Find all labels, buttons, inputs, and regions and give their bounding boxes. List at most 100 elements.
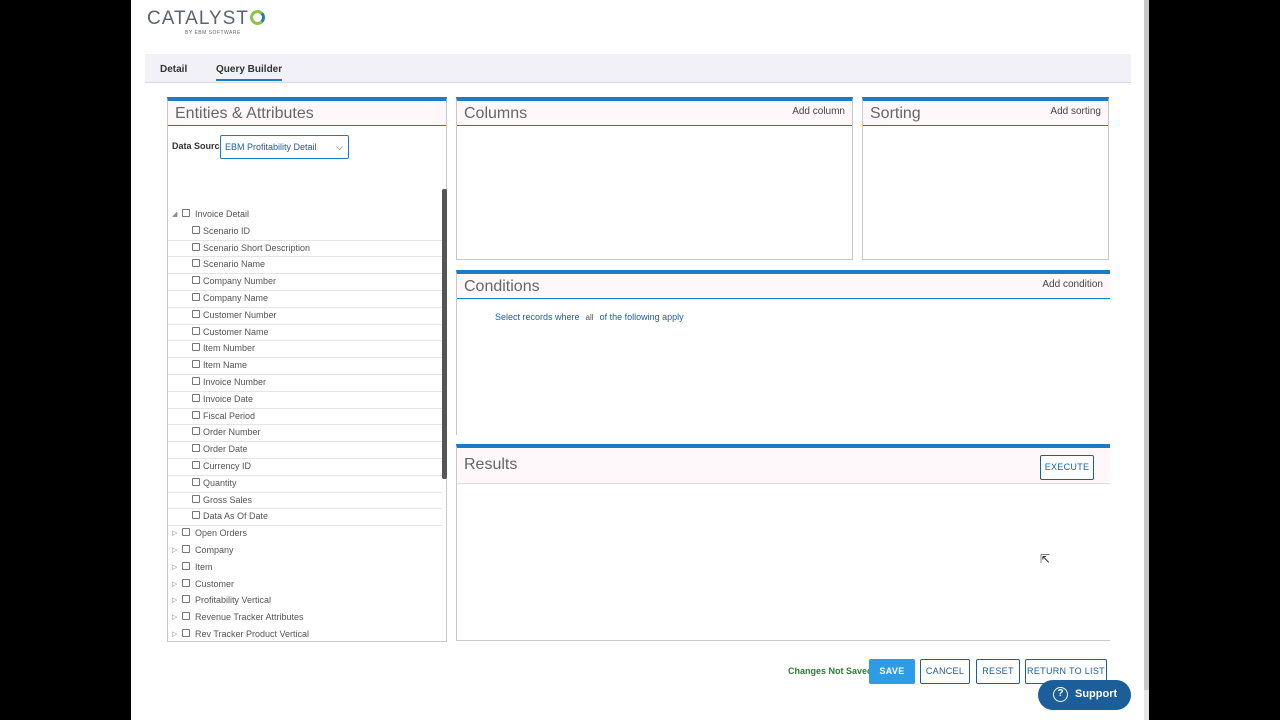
- tree-entity-profitability-vertical[interactable]: ▷ Profitability Vertical: [168, 593, 442, 610]
- tree-attribute-order-date[interactable]: Order Date: [168, 442, 442, 459]
- support-button[interactable]: ? Support: [1038, 680, 1131, 710]
- logo-mark-icon: [249, 10, 265, 25]
- attribute-label: Gross Sales: [203, 494, 253, 505]
- tree-attribute-company-number[interactable]: Company Number: [168, 274, 442, 291]
- condition-prefix: Select records where: [495, 312, 580, 322]
- tree-attribute-gross-sales[interactable]: Gross Sales: [168, 493, 442, 510]
- expand-triangle-icon[interactable]: ▷: [172, 596, 177, 604]
- expand-triangle-icon[interactable]: ▷: [172, 630, 177, 638]
- attribute-checkbox[interactable]: [192, 360, 200, 369]
- entity-label: Customer: [195, 578, 235, 589]
- data-source-select[interactable]: EBM Profitability Detail ⌵: [220, 135, 349, 159]
- logo-word: CATALYST: [147, 8, 249, 29]
- cancel-button[interactable]: CANCEL: [920, 659, 970, 684]
- attribute-checkbox[interactable]: [192, 410, 200, 419]
- entity-label: Company: [195, 544, 234, 555]
- tree-attribute-scenario-name[interactable]: Scenario Name: [168, 257, 442, 275]
- add-column-link[interactable]: Add column: [792, 106, 845, 117]
- attribute-label: Fiscal Period: [203, 410, 256, 421]
- attribute-checkbox[interactable]: [192, 343, 200, 352]
- entity-checkbox[interactable]: [182, 595, 190, 604]
- attribute-checkbox[interactable]: [192, 511, 200, 520]
- reset-button[interactable]: RESET: [976, 659, 1020, 684]
- tab-bar: Detail Query Builder: [145, 54, 1131, 83]
- attribute-checkbox[interactable]: [192, 326, 200, 335]
- entity-checkbox[interactable]: [182, 544, 190, 553]
- tree-attribute-invoice-date[interactable]: Invoice Date: [168, 392, 442, 409]
- tree-attribute-data-as-of-date[interactable]: Data As Of Date: [168, 509, 442, 527]
- attribute-label: Company Name: [203, 292, 269, 303]
- condition-mode-select[interactable]: all: [586, 313, 594, 322]
- attribute-checkbox[interactable]: [192, 259, 200, 268]
- sorting-title: Sorting: [870, 105, 921, 122]
- tree-entity-customer[interactable]: ▷ Customer: [168, 577, 442, 594]
- attribute-checkbox[interactable]: [192, 309, 200, 318]
- tree-attribute-currency-id[interactable]: Currency ID: [168, 459, 442, 476]
- save-button[interactable]: SAVE: [869, 659, 915, 684]
- attribute-checkbox[interactable]: [192, 376, 200, 385]
- results-title: Results: [464, 456, 518, 473]
- tree-attribute-customer-number[interactable]: Customer Number: [168, 308, 442, 325]
- entities-header: Entities & Attributes: [168, 101, 446, 126]
- columns-panel: Columns Add column: [456, 97, 853, 260]
- tree-entity-revenue-tracker-attributes[interactable]: ▷ Revenue Tracker Attributes: [168, 610, 442, 627]
- tree-attribute-item-name[interactable]: Item Name: [168, 358, 442, 375]
- chevron-down-icon: ⌵: [336, 142, 343, 152]
- sorting-header: Sorting Add sorting: [863, 101, 1108, 126]
- tree-attribute-item-number[interactable]: Item Number: [168, 341, 442, 359]
- tree-attribute-order-number[interactable]: Order Number: [168, 425, 442, 443]
- results-panel: Results EXECUTE: [456, 444, 1110, 641]
- tree-scrollbar[interactable]: [442, 189, 447, 479]
- add-condition-link[interactable]: Add condition: [1042, 279, 1103, 290]
- attribute-checkbox[interactable]: [192, 292, 200, 301]
- tree-entity-open-orders[interactable]: ▷ Open Orders: [168, 526, 442, 543]
- entity-checkbox[interactable]: [182, 209, 190, 217]
- attribute-checkbox[interactable]: [192, 225, 200, 234]
- entity-label: Open Orders: [195, 528, 248, 539]
- tree-attribute-company-name[interactable]: Company Name: [168, 291, 442, 308]
- attribute-checkbox[interactable]: [192, 393, 200, 402]
- page-scrollbar[interactable]: [1144, 0, 1149, 720]
- attribute-checkbox[interactable]: [192, 242, 200, 251]
- entity-checkbox[interactable]: [182, 561, 190, 570]
- attribute-checkbox[interactable]: [192, 477, 200, 486]
- tab-query-builder[interactable]: Query Builder: [216, 64, 283, 81]
- tree-attribute-scenario-id[interactable]: Scenario ID: [168, 224, 442, 241]
- tree-attribute-customer-name[interactable]: Customer Name: [168, 325, 442, 342]
- expand-triangle-icon[interactable]: ▷: [172, 613, 177, 621]
- tree-entity-item[interactable]: ▷ Item: [168, 560, 442, 577]
- attribute-checkbox[interactable]: [192, 460, 200, 469]
- attribute-checkbox[interactable]: [192, 427, 200, 436]
- entity-checkbox[interactable]: [182, 578, 190, 587]
- tree-entity-invoice-detail[interactable]: ◢ Invoice Detail: [168, 207, 442, 224]
- collapse-triangle-icon[interactable]: ◢: [172, 210, 177, 218]
- attribute-label: Order Number: [203, 427, 261, 438]
- attribute-checkbox[interactable]: [192, 276, 200, 285]
- mouse-cursor-icon: ⇱: [1040, 552, 1051, 566]
- entity-checkbox[interactable]: [182, 528, 190, 537]
- attribute-label: Data As Of Date: [203, 511, 269, 522]
- attribute-label: Invoice Number: [203, 376, 267, 387]
- tab-detail[interactable]: Detail: [160, 64, 187, 75]
- tree-attribute-invoice-number[interactable]: Invoice Number: [168, 375, 442, 392]
- attribute-checkbox[interactable]: [192, 444, 200, 453]
- add-sorting-link[interactable]: Add sorting: [1050, 106, 1101, 117]
- expand-triangle-icon[interactable]: ▷: [172, 529, 177, 537]
- page-scrollbar-thumb[interactable]: [1144, 0, 1149, 690]
- tree-attribute-quantity[interactable]: Quantity: [168, 476, 442, 493]
- execute-button[interactable]: EXECUTE: [1040, 455, 1094, 480]
- tree-entity-rev-tracker-product-vertical[interactable]: ▷ Rev Tracker Product Vertical: [168, 627, 442, 644]
- tree-attribute-fiscal-period[interactable]: Fiscal Period: [168, 409, 442, 426]
- tree-attribute-scenario-short-description[interactable]: Scenario Short Description: [168, 241, 442, 258]
- entity-checkbox[interactable]: [182, 628, 190, 637]
- attribute-label: Currency ID: [203, 460, 252, 471]
- expand-triangle-icon[interactable]: ▷: [172, 546, 177, 554]
- attribute-label: Customer Name: [203, 326, 269, 337]
- attribute-label: Customer Number: [203, 309, 277, 320]
- expand-triangle-icon[interactable]: ▷: [172, 563, 177, 571]
- entity-label: Profitability Vertical: [195, 595, 272, 606]
- expand-triangle-icon[interactable]: ▷: [172, 580, 177, 588]
- attribute-checkbox[interactable]: [192, 494, 200, 503]
- tree-entity-company[interactable]: ▷ Company: [168, 543, 442, 560]
- entity-checkbox[interactable]: [182, 612, 190, 621]
